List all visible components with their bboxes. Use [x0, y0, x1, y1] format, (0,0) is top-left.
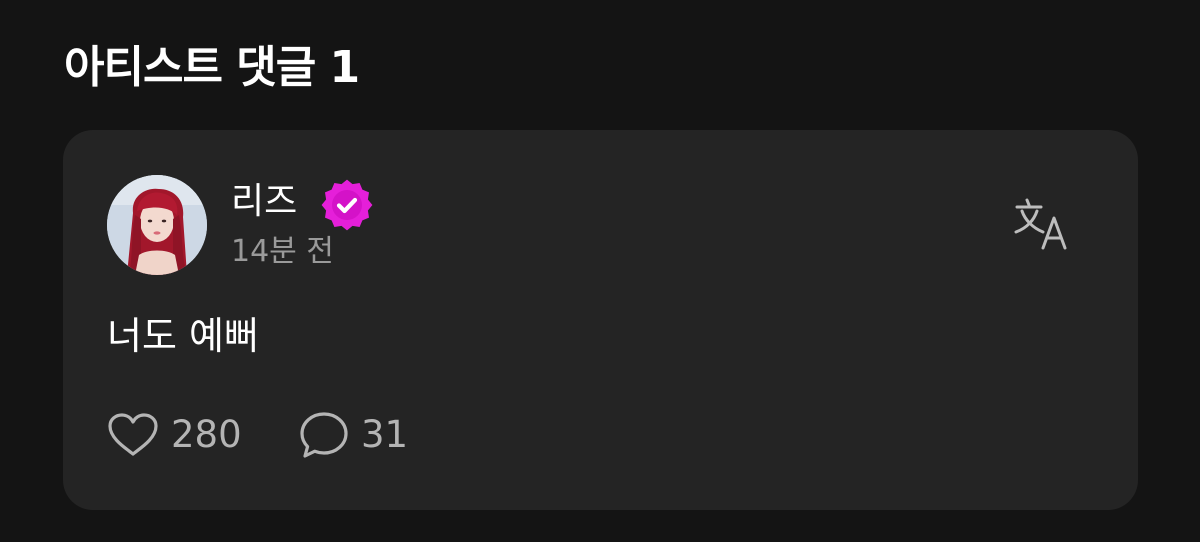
speech-bubble-icon [300, 412, 348, 458]
translate-icon[interactable] [1013, 196, 1075, 252]
like-button[interactable]: 280 [107, 410, 242, 460]
reply-button[interactable]: 31 [299, 410, 408, 460]
artist-comments-page: 아티스트 댓글 1 리즈 14분 전 너도 예뻐 280 31 [0, 0, 1200, 542]
author-name[interactable]: 리즈 [231, 180, 297, 224]
avatar-image [107, 175, 207, 275]
like-count: 280 [171, 413, 242, 456]
verified-badge-icon [321, 179, 373, 231]
comment-text: 너도 예뻐 [107, 314, 259, 358]
heart-icon [108, 413, 158, 456]
section-title: 아티스트 댓글 1 [64, 42, 360, 93]
comment-card: 리즈 14분 전 너도 예뻐 280 31 [63, 130, 1138, 510]
reply-count: 31 [361, 413, 409, 456]
comment-timestamp: 14분 전 [231, 234, 334, 269]
avatar[interactable] [107, 175, 207, 275]
